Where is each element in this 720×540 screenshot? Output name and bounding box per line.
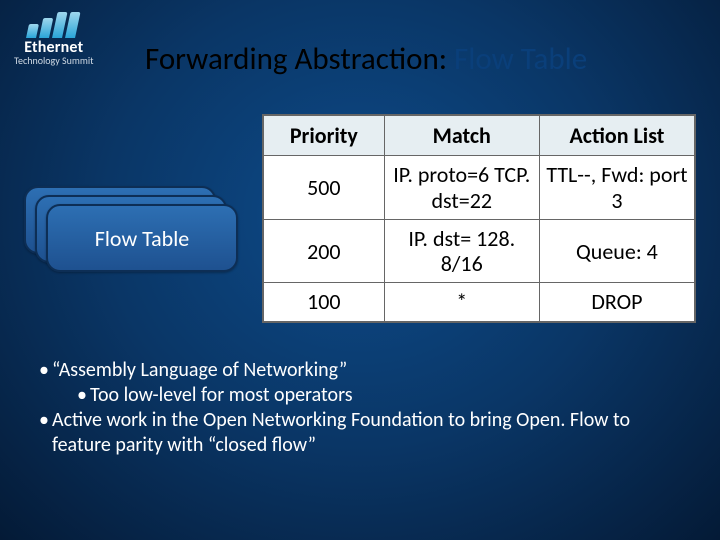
title-main: Forwarding Abstraction: bbox=[145, 40, 454, 78]
slide-title: Forwarding Abstraction: Flow Table bbox=[145, 40, 587, 78]
th-action: Action List bbox=[539, 116, 694, 156]
bullet-item: • “Assembly Language of Networking” bbox=[36, 358, 684, 383]
th-match: Match bbox=[384, 116, 539, 156]
bullet-text: “Assembly Language of Networking” bbox=[52, 358, 347, 383]
bullet-item-sub: • Too low-level for most operators bbox=[74, 383, 684, 408]
cell-action: Queue: 4 bbox=[539, 219, 694, 283]
cell-match: * bbox=[384, 283, 539, 321]
cell-priority: 100 bbox=[264, 283, 385, 321]
bullet-dot-icon: • bbox=[36, 408, 52, 433]
cell-match: IP. dst= 128. 8/16 bbox=[384, 219, 539, 283]
title-accent: Flow Table bbox=[454, 40, 587, 78]
flow-table: Priority Match Action List 500 IP. proto… bbox=[262, 114, 696, 323]
table-row: 100 * DROP bbox=[264, 283, 695, 321]
cell-action: DROP bbox=[539, 283, 694, 321]
bullet-dot-icon: • bbox=[74, 383, 90, 408]
table-row: 200 IP. dst= 128. 8/16 Queue: 4 bbox=[264, 219, 695, 283]
table-row: 500 IP. proto=6 TCP. dst=22 TTL--, Fwd: … bbox=[264, 156, 695, 220]
cell-match: IP. proto=6 TCP. dst=22 bbox=[384, 156, 539, 220]
cell-action: TTL--, Fwd: port 3 bbox=[539, 156, 694, 220]
cell-priority: 500 bbox=[264, 156, 385, 220]
bullet-item: • Active work in the Open Networking Fou… bbox=[36, 408, 684, 458]
summit-logo: Ethernet Technology Summit bbox=[14, 10, 94, 66]
bullet-dot-icon: • bbox=[36, 358, 52, 383]
logo-subtitle: Technology Summit bbox=[14, 56, 94, 66]
logo-bars-icon bbox=[11, 10, 96, 38]
bullet-text: Too low-level for most operators bbox=[90, 383, 353, 408]
slide: Ethernet Technology Summit Forwarding Ab… bbox=[0, 0, 720, 540]
cell-priority: 200 bbox=[264, 219, 385, 283]
stack-card-front: Flow Table bbox=[46, 204, 238, 272]
bullet-text: Active work in the Open Networking Found… bbox=[52, 408, 684, 458]
th-priority: Priority bbox=[264, 116, 385, 156]
table-header-row: Priority Match Action List bbox=[264, 116, 695, 156]
bullet-list: • “Assembly Language of Networking” • To… bbox=[36, 358, 684, 458]
stack-label: Flow Table bbox=[95, 225, 189, 252]
